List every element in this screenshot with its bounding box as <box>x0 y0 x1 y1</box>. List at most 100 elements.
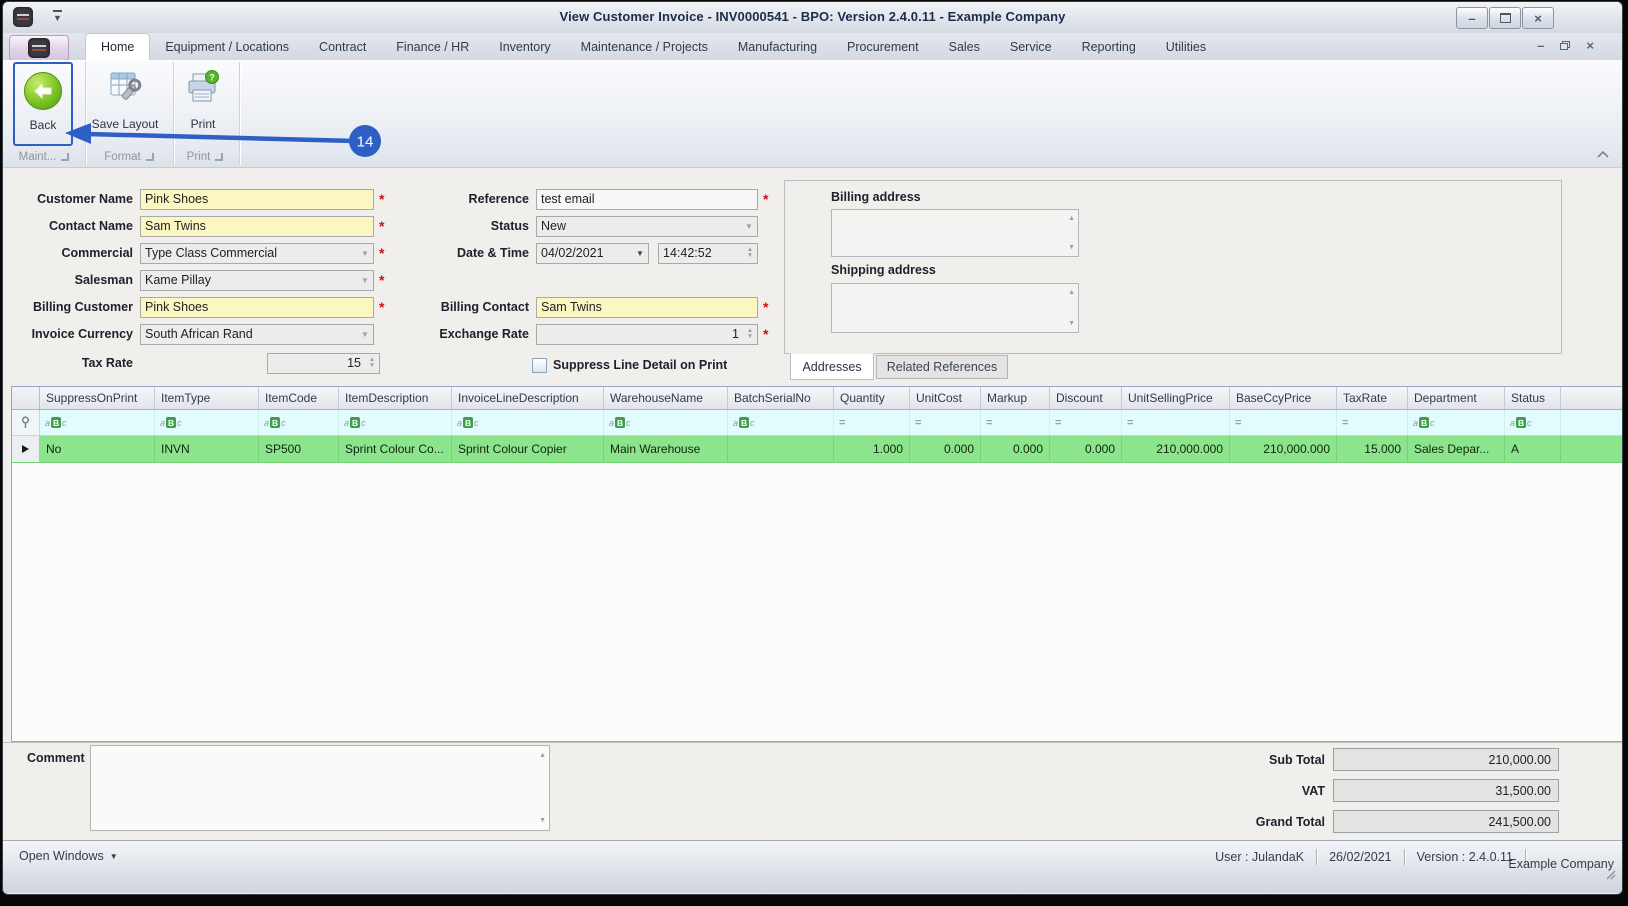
chevron-down-icon[interactable]: ▼ <box>357 325 373 344</box>
filter-pin-icon[interactable] <box>12 410 40 435</box>
tab-maintenance-projects[interactable]: Maintenance / Projects <box>566 33 723 60</box>
scroll-up-icon[interactable]: ▲ <box>1068 289 1075 296</box>
dialog-launcher-icon[interactable] <box>215 153 224 161</box>
dialog-launcher-icon[interactable] <box>61 153 70 161</box>
open-windows-button[interactable]: Open Windows ▼ <box>19 849 118 863</box>
cell-quantity[interactable]: 1.000 <box>834 436 910 462</box>
tab-addresses[interactable]: Addresses <box>790 353 874 380</box>
tab-equipment-locations[interactable]: Equipment / Locations <box>150 33 304 60</box>
ribbon-group-format[interactable]: Format <box>89 149 169 165</box>
grid-data-row[interactable]: No INVN SP500 Sprint Colour Co... Sprint Col… <box>12 436 1622 463</box>
tab-related-references[interactable]: Related References <box>876 355 1008 379</box>
save-layout-button[interactable]: Save Layout <box>89 62 161 146</box>
close-button[interactable]: × <box>1522 7 1554 29</box>
spinner-icon[interactable]: ▲ ▼ <box>743 325 757 344</box>
dialog-launcher-icon[interactable] <box>145 153 154 161</box>
column-header-unitcost[interactable]: UnitCost <box>910 387 981 409</box>
filter-cell-baseccyprice[interactable]: = <box>1230 410 1337 435</box>
contact-name-input[interactable] <box>141 217 373 235</box>
mdi-minimize-icon[interactable]: – <box>1537 39 1544 52</box>
cell-itemtype[interactable]: INVN <box>155 436 259 462</box>
spinner-icon[interactable]: ▲ ▼ <box>743 244 757 263</box>
maximize-button[interactable] <box>1489 7 1521 29</box>
column-header-itemtype[interactable]: ItemType <box>155 387 259 409</box>
shipping-address-textarea[interactable]: ▲ ▼ <box>831 283 1079 333</box>
filter-cell-batchserialno[interactable]: aBc <box>728 410 834 435</box>
cell-suppressonprint[interactable]: No <box>40 436 155 462</box>
scroll-down-icon[interactable]: ▼ <box>539 817 546 824</box>
scroll-down-icon[interactable]: ▼ <box>1068 320 1075 327</box>
tab-finance-hr[interactable]: Finance / HR <box>381 33 484 60</box>
suppress-line-detail-checkbox[interactable] <box>532 357 547 373</box>
chevron-down-icon[interactable]: ▼ <box>357 244 373 263</box>
column-header-suppressonprint[interactable]: SuppressOnPrint <box>40 387 155 409</box>
filter-cell-warehousename[interactable]: aBc <box>604 410 728 435</box>
scroll-down-icon[interactable]: ▼ <box>1068 244 1075 251</box>
column-header-status[interactable]: Status <box>1505 387 1561 409</box>
date-input[interactable] <box>537 244 632 262</box>
column-header-baseccyprice[interactable]: BaseCcyPrice <box>1230 387 1337 409</box>
tab-home[interactable]: Home <box>85 33 151 60</box>
column-header-taxrate[interactable]: TaxRate <box>1337 387 1408 409</box>
ribbon-group-print[interactable]: Print <box>175 149 235 165</box>
cell-unitsellingprice[interactable]: 210,000.000 <box>1122 436 1230 462</box>
status-select[interactable] <box>537 217 741 235</box>
ribbon-collapse-icon[interactable] <box>1596 148 1610 161</box>
cell-markup[interactable]: 0.000 <box>981 436 1050 462</box>
billing-contact-input[interactable] <box>537 298 757 316</box>
filter-cell-department[interactable]: aBc <box>1408 410 1505 435</box>
scroll-up-icon[interactable]: ▲ <box>539 752 546 759</box>
cell-itemcode[interactable]: SP500 <box>259 436 339 462</box>
column-header-warehousename[interactable]: WarehouseName <box>604 387 728 409</box>
filter-cell-taxrate[interactable]: = <box>1337 410 1408 435</box>
filter-cell-itemdescription[interactable]: aBc <box>339 410 452 435</box>
filter-cell-suppressonprint[interactable]: aBc <box>40 410 155 435</box>
column-header-batchserialno[interactable]: BatchSerialNo <box>728 387 834 409</box>
filter-cell-unitcost[interactable]: = <box>910 410 981 435</box>
column-header-unitsellingprice[interactable]: UnitSellingPrice <box>1122 387 1230 409</box>
ribbon-group-maint[interactable]: Maint... <box>9 149 79 165</box>
tab-sales[interactable]: Sales <box>934 33 995 60</box>
tab-utilities[interactable]: Utilities <box>1151 33 1221 60</box>
column-header-markup[interactable]: Markup <box>981 387 1050 409</box>
back-button[interactable]: Back <box>13 62 73 146</box>
minimize-button[interactable]: – <box>1456 7 1488 29</box>
tab-contract[interactable]: Contract <box>304 33 381 60</box>
column-header-invoicelinedescription[interactable]: InvoiceLineDescription <box>452 387 604 409</box>
tab-procurement[interactable]: Procurement <box>832 33 934 60</box>
column-header-discount[interactable]: Discount <box>1050 387 1122 409</box>
cell-status[interactable]: A <box>1505 436 1561 462</box>
column-header-itemdescription[interactable]: ItemDescription <box>339 387 452 409</box>
tab-inventory[interactable]: Inventory <box>484 33 565 60</box>
time-input[interactable] <box>659 244 743 262</box>
filter-cell-status[interactable]: aBc <box>1505 410 1561 435</box>
column-header-department[interactable]: Department <box>1408 387 1505 409</box>
tab-service[interactable]: Service <box>995 33 1067 60</box>
spinner-icon[interactable]: ▲ ▼ <box>365 354 379 373</box>
tax-rate-input[interactable] <box>268 354 365 372</box>
cell-unitcost[interactable]: 0.000 <box>910 436 981 462</box>
customer-name-input[interactable] <box>141 190 373 208</box>
billing-address-textarea[interactable]: ▲ ▼ <box>831 209 1079 257</box>
cell-itemdescription[interactable]: Sprint Colour Co... <box>339 436 452 462</box>
cell-department[interactable]: Sales Depar... <box>1408 436 1505 462</box>
tab-reporting[interactable]: Reporting <box>1067 33 1151 60</box>
chevron-down-icon[interactable]: ▼ <box>357 271 373 290</box>
cell-baseccyprice[interactable]: 210,000.000 <box>1230 436 1337 462</box>
cell-batchserialno[interactable] <box>728 436 834 462</box>
cell-warehousename[interactable]: Main Warehouse <box>604 436 728 462</box>
salesman-select[interactable] <box>141 271 357 289</box>
cell-taxrate[interactable]: 15.000 <box>1337 436 1408 462</box>
filter-cell-itemtype[interactable]: aBc <box>155 410 259 435</box>
application-menu-button[interactable] <box>9 35 69 61</box>
filter-cell-discount[interactable]: = <box>1050 410 1122 435</box>
filter-cell-markup[interactable]: = <box>981 410 1050 435</box>
mdi-close-icon[interactable]: × <box>1586 39 1594 52</box>
cell-discount[interactable]: 0.000 <box>1050 436 1122 462</box>
column-header-quantity[interactable]: Quantity <box>834 387 910 409</box>
filter-cell-unitsellingprice[interactable]: = <box>1122 410 1230 435</box>
scroll-up-icon[interactable]: ▲ <box>1068 215 1075 222</box>
column-header-itemcode[interactable]: ItemCode <box>259 387 339 409</box>
resize-grip[interactable] <box>1604 867 1616 880</box>
mdi-restore-icon[interactable] <box>1560 41 1571 50</box>
